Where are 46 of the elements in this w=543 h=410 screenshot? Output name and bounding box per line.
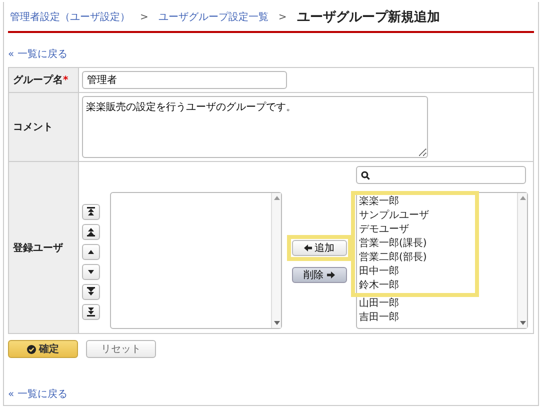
move-up-button[interactable] xyxy=(82,244,100,260)
move-up-fast-button[interactable] xyxy=(82,224,100,240)
highlighted-list-item[interactable]: サンプルユーザ xyxy=(351,209,479,223)
highlighted-list-item[interactable]: 営業一郎(課長) xyxy=(351,237,479,251)
field-label: 登録ユーザ xyxy=(9,162,79,333)
highlighted-list-item[interactable]: 営業二郎(部長) xyxy=(351,251,479,265)
arrow-right-icon xyxy=(326,271,334,279)
back-to-list-link[interactable]: « 一覧に戻る xyxy=(8,387,68,401)
reset-button[interactable]: リセット xyxy=(86,340,156,358)
remove-button[interactable]: 削除 xyxy=(292,267,346,283)
scrollbar[interactable] xyxy=(517,193,527,328)
scrollbar[interactable] xyxy=(271,193,281,328)
confirm-button[interactable]: 確定 xyxy=(8,340,78,358)
back-to-list-link[interactable]: « 一覧に戻る xyxy=(8,47,68,61)
top-arrow-icon xyxy=(87,207,95,217)
list-item[interactable]: 山田一郎 xyxy=(359,297,515,311)
breadcrumb-link[interactable]: ユーザグループ設定一覧 xyxy=(158,10,268,24)
comment-field[interactable]: 楽楽販売の設定を行うユーザのグループです。 xyxy=(82,96,428,158)
search-icon xyxy=(361,170,370,180)
search-field[interactable] xyxy=(356,166,526,184)
list-item[interactable]: 吉田一郎 xyxy=(359,311,515,325)
scroll-up-arrow-icon[interactable] xyxy=(520,196,526,200)
down-fast-arrow-icon xyxy=(87,287,95,297)
move-down-fast-button[interactable] xyxy=(82,284,100,300)
page-title: ユーザグループ新規追加 xyxy=(296,8,440,26)
highlighted-list-item[interactable]: 鈴木一郎 xyxy=(351,279,479,297)
group-name-field[interactable]: 管理者 xyxy=(82,71,287,89)
arrow-left-icon xyxy=(304,244,312,252)
breadcrumb-separator: > xyxy=(140,12,148,22)
highlighted-list-item[interactable]: 楽楽一郎 xyxy=(351,191,479,209)
scroll-up-arrow-icon[interactable] xyxy=(274,196,280,200)
highlighted-list-item[interactable]: 田中一郎 xyxy=(351,265,479,279)
breadcrumb-separator: > xyxy=(278,12,287,22)
move-down-button[interactable] xyxy=(82,264,100,280)
up-fast-arrow-icon xyxy=(87,227,95,237)
scroll-down-arrow-icon[interactable] xyxy=(520,321,526,325)
field-label: コメント xyxy=(9,93,79,162)
check-circle-icon xyxy=(27,344,36,354)
add-button[interactable]: 追加 xyxy=(292,240,346,256)
field-label: グループ名* xyxy=(9,68,79,93)
bottom-arrow-icon xyxy=(87,307,95,317)
move-bottom-button[interactable] xyxy=(82,304,100,320)
highlighted-list-item[interactable]: デモユーザ xyxy=(351,223,479,237)
breadcrumb-link[interactable]: 管理者設定（ユーザ設定） xyxy=(10,10,130,24)
move-top-button[interactable] xyxy=(82,204,100,220)
scroll-down-arrow-icon[interactable] xyxy=(274,321,280,325)
